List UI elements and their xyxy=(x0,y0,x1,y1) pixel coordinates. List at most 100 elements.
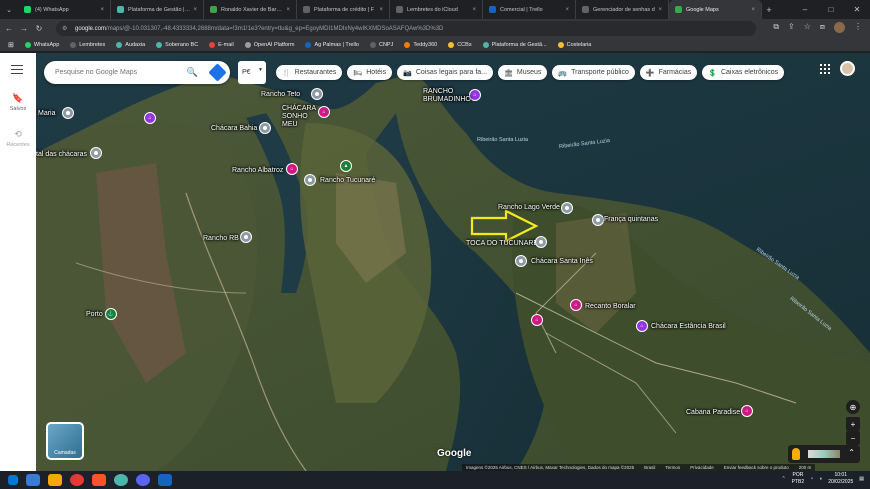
chrome-active-icon[interactable] xyxy=(114,474,128,486)
place-label[interactable]: RANCHO BRUMADINHO xyxy=(423,88,473,104)
place-pin[interactable]: ⌂ xyxy=(570,299,582,311)
profile-avatar[interactable] xyxy=(834,22,845,33)
place-label[interactable]: Chácara Santa Inês xyxy=(531,258,593,265)
category-chip[interactable]: ➕ Farmácias xyxy=(639,65,698,80)
place-pin[interactable] xyxy=(311,88,323,100)
minimize-button[interactable]: – xyxy=(792,0,818,19)
search-box[interactable]: Pesquise no Google Maps 🔍 xyxy=(44,61,230,84)
place-label[interactable]: Cabana Paradise xyxy=(686,409,740,416)
browser-tab[interactable]: Gerenciador de senhas d × xyxy=(576,0,669,19)
category-chip[interactable]: 📷 Coisas legais para fa... xyxy=(397,65,494,80)
place-pin[interactable]: ▲ xyxy=(340,160,352,172)
layers-button[interactable]: Camadas xyxy=(46,422,84,460)
close-window-button[interactable]: ✕ xyxy=(844,0,870,19)
category-chip[interactable]: 🚌 Transporte público xyxy=(552,65,635,80)
place-label[interactable]: TOCA DO TUCUNARÉ... xyxy=(466,240,544,247)
place-label[interactable]: Rancho Albatroz xyxy=(232,167,283,174)
place-pin[interactable]: ⌂ xyxy=(636,320,648,332)
notification-icon[interactable]: ▤ xyxy=(859,476,864,482)
tab-search-icon[interactable]: ⌄ xyxy=(0,0,18,19)
browser-tab[interactable]: Lembretes do iCloud × xyxy=(390,0,483,19)
back-icon[interactable]: ← xyxy=(3,23,15,35)
install-app-icon[interactable]: ⧉ xyxy=(773,22,779,33)
place-label[interactable]: Rancho Lago Verde xyxy=(498,204,560,211)
bookmark-item[interactable]: CNPJ xyxy=(369,41,393,48)
place-pin[interactable]: ⚓ xyxy=(105,308,117,320)
browser-tab[interactable]: Comercial | Trello × xyxy=(483,0,576,19)
place-label[interactable]: Chácara Bahia xyxy=(211,125,257,132)
bookmark-item[interactable]: Audaxia xyxy=(116,41,145,48)
tray-chevron-icon[interactable]: ⌃ xyxy=(781,476,785,482)
place-pin[interactable] xyxy=(240,231,252,243)
account-avatar[interactable] xyxy=(840,61,855,76)
share-icon[interactable]: ⇪ xyxy=(788,22,795,33)
place-pin[interactable]: ⌂ xyxy=(531,314,543,326)
input-language[interactable]: POR PTB2 xyxy=(792,472,805,486)
tab-close-icon[interactable]: × xyxy=(379,7,383,13)
category-chip[interactable]: 🛏 Hotéis xyxy=(347,65,393,80)
place-pin[interactable] xyxy=(304,174,316,186)
volume-icon[interactable]: ◖ xyxy=(819,476,822,482)
tab-close-icon[interactable]: × xyxy=(286,7,290,13)
tab-close-icon[interactable]: × xyxy=(658,7,662,13)
browser-tab[interactable]: Ronaldo Xavier de Barros × xyxy=(204,0,297,19)
chevron-up-icon[interactable]: ⌃ xyxy=(848,448,855,457)
place-label[interactable]: Recanto Boralar xyxy=(585,303,636,310)
place-pin[interactable] xyxy=(561,202,573,214)
star-icon[interactable]: ☆ xyxy=(804,22,811,33)
zoom-out-button[interactable]: − xyxy=(846,431,860,445)
place-label[interactable]: Porto xyxy=(86,311,103,318)
bookmark-item[interactable]: OpenAI Platform xyxy=(244,41,294,48)
calculator-icon[interactable] xyxy=(158,474,172,486)
bookmark-item[interactable]: E-mail xyxy=(209,41,234,48)
my-location-icon[interactable]: ⊕ xyxy=(846,400,860,414)
clock[interactable]: 10:01 20/02/2025 xyxy=(828,472,853,486)
pegman-icon[interactable] xyxy=(792,448,800,460)
browser-tab[interactable]: Plataforma de crédito | F × xyxy=(297,0,390,19)
place-label[interactable]: Rancho RB xyxy=(203,235,239,242)
category-chip[interactable]: 💲 Caixas eletrônicos xyxy=(702,65,785,80)
bookmark-item[interactable]: Lembretes xyxy=(70,41,105,48)
tab-close-icon[interactable]: × xyxy=(565,7,569,13)
search-icon[interactable]: 🔍 xyxy=(187,67,198,78)
feedback-link[interactable]: Enviar feedback sobre o produto xyxy=(724,465,789,470)
country-link[interactable]: Brasil xyxy=(644,465,655,470)
bookmark-item[interactable]: CCBs xyxy=(448,41,472,48)
start-icon[interactable] xyxy=(8,475,18,485)
place-pin[interactable] xyxy=(62,107,74,119)
place-pin[interactable] xyxy=(259,122,271,134)
bookmark-item[interactable]: Soberano BC xyxy=(156,41,198,48)
place-label[interactable]: Rancho Teto xyxy=(261,91,300,98)
browser-tab[interactable]: Plataforma de Gestão | Lu × xyxy=(111,0,204,19)
extensions-icon[interactable]: ⧈ xyxy=(820,22,825,33)
reload-icon[interactable]: ↻ xyxy=(33,23,45,35)
file-explorer-icon[interactable] xyxy=(48,474,62,486)
terms-link[interactable]: Termos xyxy=(665,465,680,470)
scale-bar[interactable]: 200 m xyxy=(799,465,812,470)
place-label[interactable]: Maria xyxy=(38,110,56,117)
place-pin[interactable]: ⌂ xyxy=(741,405,753,417)
discord-icon[interactable] xyxy=(136,474,150,486)
directions-icon[interactable] xyxy=(208,63,227,82)
place-pin[interactable] xyxy=(90,147,102,159)
tab-close-icon[interactable]: × xyxy=(100,7,104,13)
category-chip[interactable]: 🍴 Restaurantes xyxy=(276,65,343,80)
place-label[interactable]: Rancho Tucunaré xyxy=(320,177,375,184)
menu-icon[interactable] xyxy=(11,65,23,74)
bookmark-item[interactable]: WhatsApp xyxy=(24,41,59,48)
category-chip[interactable]: 🏛 Museus xyxy=(498,65,548,80)
google-apps-icon[interactable] xyxy=(820,64,830,74)
place-pin[interactable] xyxy=(515,255,527,267)
new-tab-button[interactable]: + xyxy=(762,0,776,19)
zoom-in-button[interactable]: + xyxy=(846,417,860,431)
tab-close-icon[interactable]: × xyxy=(751,7,755,13)
partial-selector[interactable]: P€ ▼ xyxy=(238,61,266,84)
site-info-icon[interactable]: ⚙ xyxy=(62,25,69,32)
bookmark-item[interactable]: Plataforma de Gestã... xyxy=(482,41,547,48)
place-pin[interactable]: ⌂ xyxy=(286,163,298,175)
recent-button[interactable]: ⟲ Recentes xyxy=(0,129,36,148)
place-pin[interactable] xyxy=(592,214,604,226)
place-label[interactable]: França quintanas xyxy=(604,216,658,223)
apps-grid-icon[interactable]: ⊞ xyxy=(8,41,14,49)
forward-icon[interactable]: → xyxy=(18,23,30,35)
